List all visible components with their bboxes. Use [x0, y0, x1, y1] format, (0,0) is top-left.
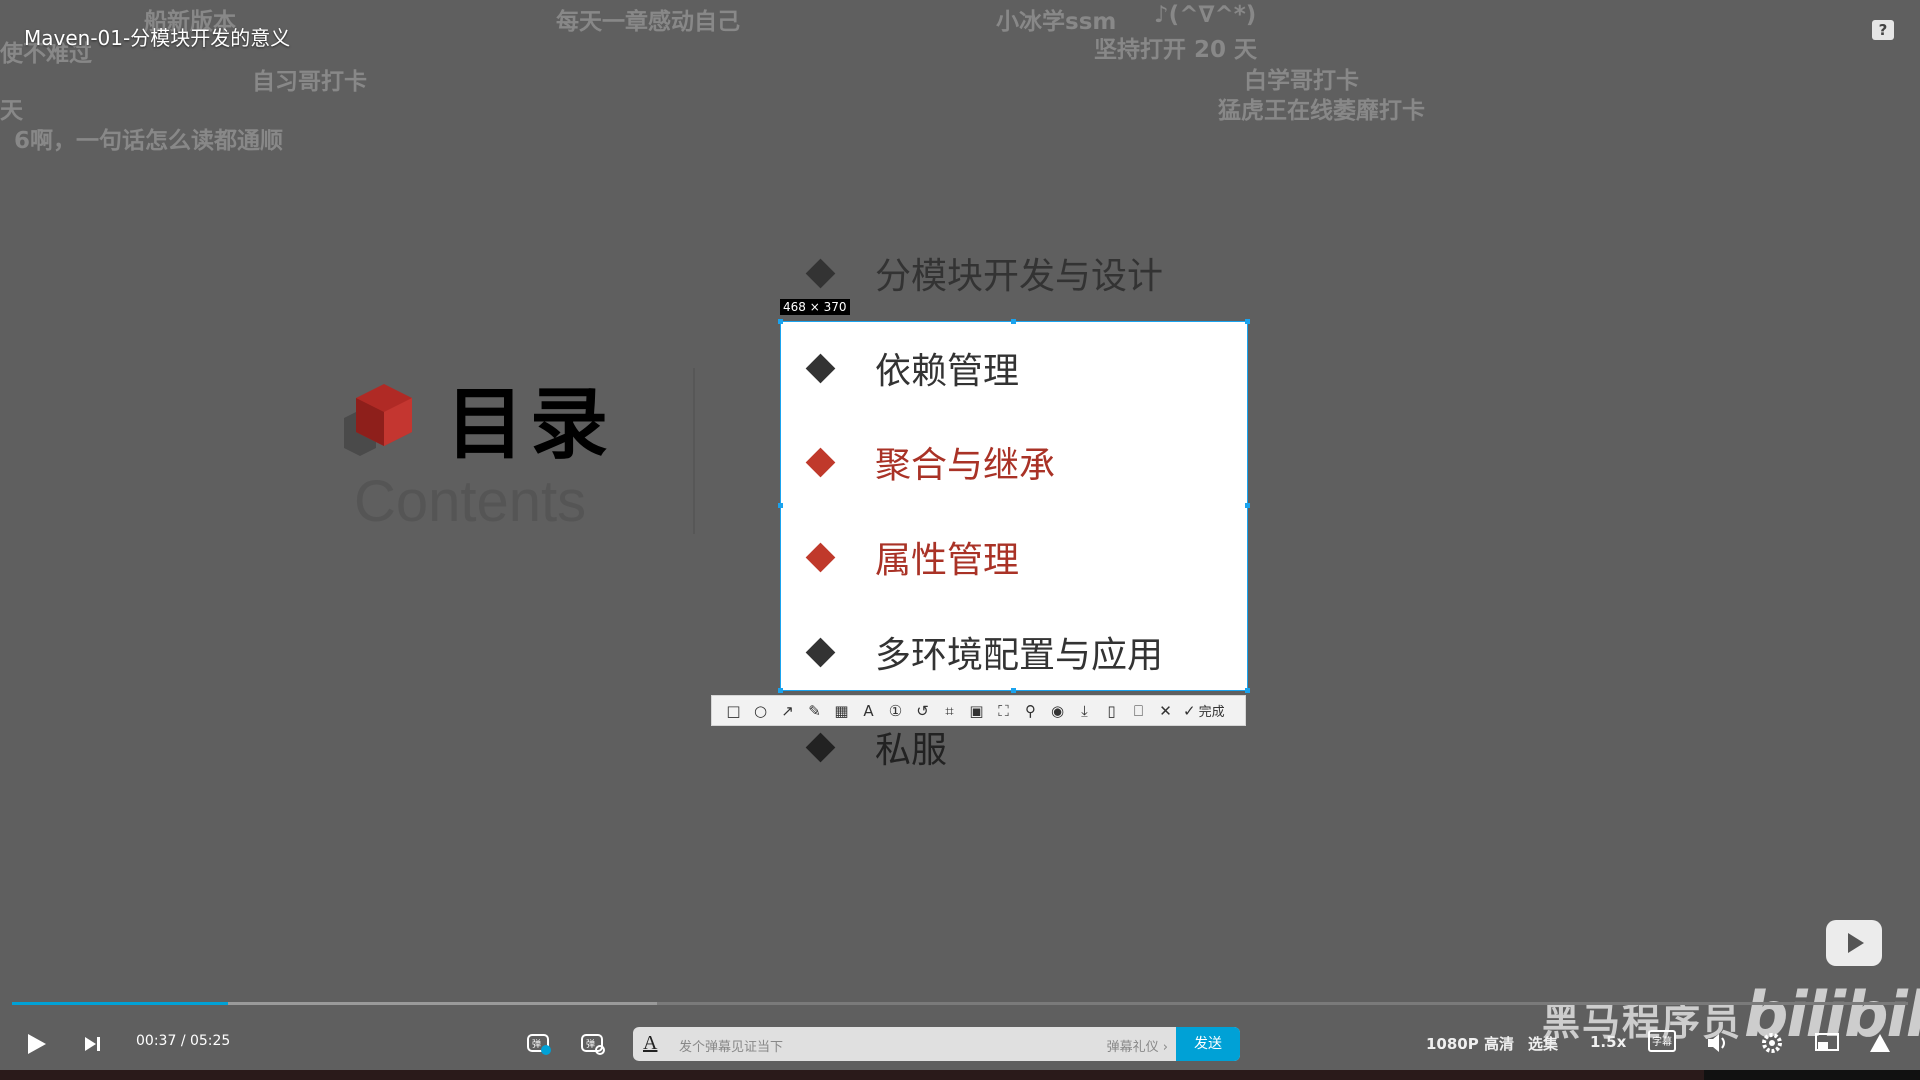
danmaku-comment: 自习哥打卡	[252, 69, 367, 95]
directory-subtitle: Contents	[354, 469, 587, 534]
diamond-bullet-icon	[805, 258, 836, 288]
slide-item-label: 属性管理	[875, 540, 1020, 581]
time-display: 00:37 / 05:25	[136, 1033, 230, 1049]
directory-title: 目录	[446, 380, 615, 470]
bookmark-icon[interactable]: ⎕	[1125, 697, 1152, 724]
slide-item-label: 私服	[875, 730, 948, 771]
selection-size-label: 468 × 370	[780, 299, 850, 315]
check-icon: ✓	[1183, 701, 1196, 720]
screenshot-toolbar: □ ○ ↗ ✎ ▦ A ① ↺ ⌗ ▣ ⛶ ⚲ ◉ ⤓ ▯ ⎕ ✕ ✓ 完成	[711, 695, 1246, 726]
danmaku-input[interactable]: A 发个弹幕见证当下 弹幕礼仪 › 发送	[633, 1027, 1240, 1061]
next-icon[interactable]	[84, 1035, 102, 1053]
pin-icon[interactable]: ⚲	[1017, 697, 1044, 724]
diamond-bullet-icon	[805, 353, 836, 383]
slide-item-label: 分模块开发与设计	[875, 256, 1164, 297]
settings-gear-icon[interactable]	[1760, 1031, 1784, 1055]
scroll-capture-icon[interactable]: ⛶	[990, 697, 1017, 724]
send-button[interactable]: 发送	[1176, 1027, 1240, 1061]
duration: 05:25	[189, 1033, 231, 1049]
diamond-bullet-icon	[805, 542, 836, 572]
danmaku-comment: 坚持打开 20 天	[1094, 37, 1258, 63]
progress-played	[12, 1002, 229, 1005]
svg-text:弹: 弹	[586, 1038, 595, 1050]
mosaic-icon[interactable]: ▦	[828, 697, 855, 724]
danmaku-etiquette-link[interactable]: 弹幕礼仪 ›	[1107, 1036, 1168, 1055]
help-icon[interactable]: ?	[1872, 20, 1894, 40]
danmaku-comment: 猛虎王在线萎靡打卡	[1218, 98, 1425, 124]
video-stage[interactable]: Maven-01-分模块开发的意义 ? 船新版本 每天一章感动自己 小冰学ssm…	[0, 0, 1920, 1080]
resize-handle[interactable]	[1245, 688, 1250, 693]
crop-icon[interactable]: ⌗	[936, 697, 963, 724]
volume-icon[interactable]	[1706, 1032, 1730, 1054]
danmaku-style-icon[interactable]: A	[643, 1032, 657, 1055]
cube-logo-icon	[344, 384, 412, 456]
slide-item: 聚合与继承	[805, 437, 1056, 487]
slide-item-label: 聚合与继承	[875, 445, 1056, 486]
subtitle-icon-label: 字幕	[1652, 1037, 1672, 1048]
close-icon[interactable]: ✕	[1152, 697, 1179, 724]
done-button[interactable]: ✓ 完成	[1183, 701, 1225, 721]
speed-selector[interactable]: 1.5x	[1590, 1033, 1626, 1051]
rectangle-icon[interactable]: □	[720, 697, 747, 724]
pencil-icon[interactable]: ✎	[801, 697, 828, 724]
number-icon[interactable]: ①	[882, 697, 909, 724]
arrow-icon[interactable]: ↗	[774, 697, 801, 724]
diamond-bullet-icon	[805, 447, 836, 477]
danmaku-comment: ♪(^∇^*)	[1154, 2, 1257, 28]
text-icon[interactable]: A	[855, 697, 882, 724]
resize-handle[interactable]	[778, 503, 783, 508]
widescreen-icon[interactable]	[1868, 1032, 1892, 1054]
resize-handle[interactable]	[778, 319, 783, 324]
danmaku-comment: 白学哥打卡	[1244, 68, 1359, 94]
slide-item-label: 依赖管理	[875, 351, 1020, 392]
bottom-strip	[0, 1070, 1920, 1080]
subtitle-icon[interactable]: 字幕	[1648, 1030, 1676, 1052]
svg-text:弹: 弹	[532, 1038, 541, 1050]
danmaku-toggle-icon[interactable]: 弹	[526, 1032, 552, 1056]
done-label: 完成	[1198, 705, 1225, 720]
slide-item: 多环境配置与应用	[805, 627, 1164, 677]
diamond-bullet-icon	[805, 732, 836, 762]
progress-bar[interactable]	[12, 1002, 1908, 1005]
slide-item: 依赖管理	[805, 343, 1020, 393]
slide-item: 分模块开发与设计	[805, 248, 1164, 298]
resize-handle[interactable]	[1011, 688, 1016, 693]
danmaku-comment: 天	[0, 98, 23, 124]
bottom-strip-dark	[1704, 1070, 1920, 1080]
undo-icon[interactable]: ↺	[909, 697, 936, 724]
download-icon[interactable]: ⤓	[1071, 697, 1098, 724]
resize-handle[interactable]	[778, 688, 783, 693]
episodes-button[interactable]: 选集	[1528, 1033, 1558, 1054]
resize-handle[interactable]	[1011, 319, 1016, 324]
ellipse-icon[interactable]: ○	[747, 697, 774, 724]
quality-selector[interactable]: 1080P 高清	[1426, 1033, 1514, 1054]
slide-item: 私服	[805, 722, 948, 772]
control-bar: 00:37 / 05:25 弹 弹 A 发个弹幕见证当下 弹幕礼仪 › 发送 1…	[0, 1008, 1920, 1070]
danmaku-settings-icon[interactable]: 弹	[580, 1032, 606, 1056]
resize-handle[interactable]	[1245, 503, 1250, 508]
play-icon[interactable]	[26, 1032, 48, 1056]
picture-in-picture-icon[interactable]	[1814, 1032, 1840, 1054]
record-icon[interactable]: ◉	[1044, 697, 1071, 724]
diamond-bullet-icon	[805, 637, 836, 667]
resize-handle[interactable]	[1245, 319, 1250, 324]
video-title: Maven-01-分模块开发的意义	[24, 26, 291, 50]
slide-item: 属性管理	[805, 532, 1020, 582]
slide-item-label: 多环境配置与应用	[875, 635, 1164, 676]
danmaku-comment: 6啊，一句话怎么读都通顺	[14, 128, 284, 154]
bilibili-tv-icon[interactable]	[1826, 920, 1882, 966]
copy-icon[interactable]: ▯	[1098, 697, 1125, 724]
ocr-icon[interactable]: ▣	[963, 697, 990, 724]
time-separator: /	[180, 1033, 186, 1049]
current-time: 00:37	[136, 1033, 177, 1049]
slide-divider	[693, 368, 695, 534]
danmaku-placeholder: 发个弹幕见证当下	[679, 1040, 784, 1055]
danmaku-comment: 每天一章感动自己	[556, 9, 740, 35]
